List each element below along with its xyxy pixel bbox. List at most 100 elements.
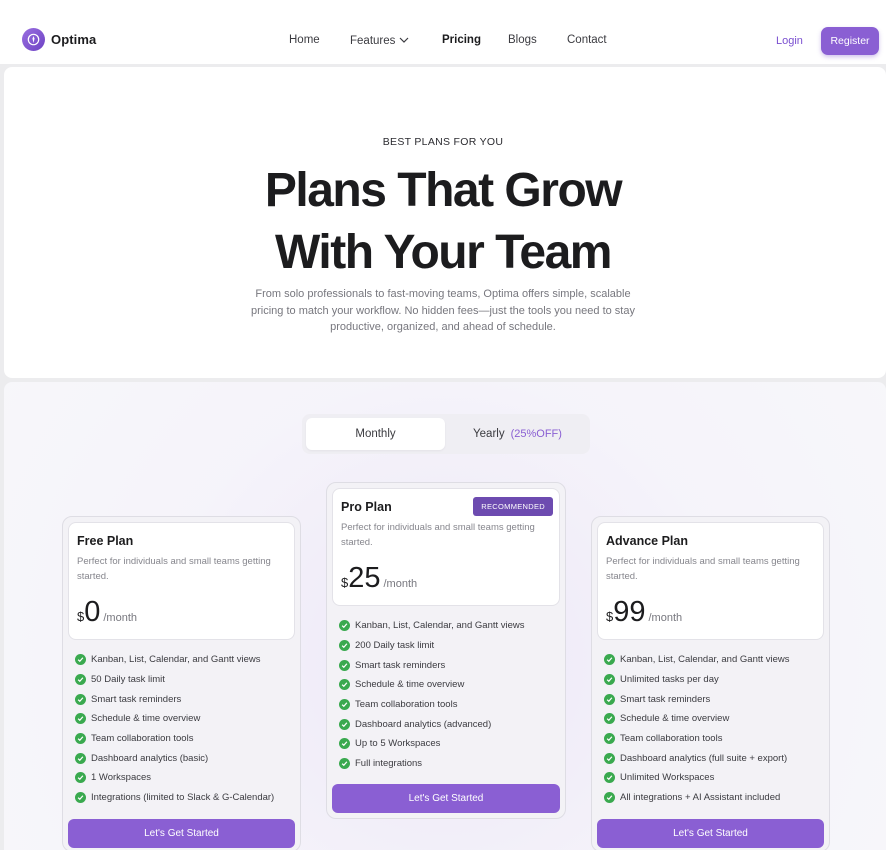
check-icon xyxy=(604,693,615,705)
feature-item: Dashboard analytics (full suite + export… xyxy=(604,748,790,768)
plan-price: $ 25 /month xyxy=(341,561,417,595)
price-currency: $ xyxy=(341,575,349,590)
price-period: /month xyxy=(648,612,683,624)
check-icon xyxy=(75,654,86,666)
plan-card-free: Free Plan Perfect for individuals and sm… xyxy=(62,516,301,850)
feature-item: Dashboard analytics (advanced) xyxy=(339,714,525,734)
hero-eyebrow: BEST PLANS FOR YOU xyxy=(382,136,504,148)
get-started-button-pro[interactable]: Let's Get Started xyxy=(332,784,560,813)
plan-card-advance: Advance Plan Perfect for individuals and… xyxy=(591,516,830,850)
nav-blogs[interactable]: Blogs xyxy=(508,32,537,48)
recommended-badge: RECOMMENDED xyxy=(473,497,553,516)
plan-header: Advance Plan Perfect for individuals and… xyxy=(597,522,824,640)
plan-header: Free Plan Perfect for individuals and sm… xyxy=(68,522,295,640)
feature-item: Team collaboration tools xyxy=(604,729,790,749)
price-period: /month xyxy=(383,578,418,590)
feature-label: Smart task reminders xyxy=(620,693,711,705)
feature-item: 200 Daily task limit xyxy=(339,636,525,656)
get-started-button-free[interactable]: Let's Get Started xyxy=(68,819,295,848)
feature-label: 1 Workspaces xyxy=(91,772,152,784)
plan-price: $ 0 /month xyxy=(77,595,137,629)
feature-label: Team collaboration tools xyxy=(91,733,194,745)
feature-list: Kanban, List, Calendar, and Gantt views … xyxy=(604,650,790,808)
feature-item: Team collaboration tools xyxy=(75,729,274,749)
price-amount: 25 xyxy=(348,562,381,594)
check-icon xyxy=(339,699,350,711)
feature-label: Integrations (limited to Slack & G-Calen… xyxy=(91,792,275,804)
feature-label: Team collaboration tools xyxy=(355,699,458,711)
feature-label: All integrations + AI Assistant included xyxy=(620,792,781,804)
feature-item: All integrations + AI Assistant included xyxy=(604,788,790,808)
feature-label: Unlimited tasks per day xyxy=(620,674,719,686)
check-icon xyxy=(604,792,615,804)
nav-features-label: Features xyxy=(350,35,396,47)
feature-label: Kanban, List, Calendar, and Gantt views xyxy=(620,654,790,666)
feature-item: 1 Workspaces xyxy=(75,768,274,788)
plan-header: Pro Plan RECOMMENDED Perfect for individ… xyxy=(332,488,560,606)
price-amount: 0 xyxy=(84,596,101,628)
login-link[interactable]: Login xyxy=(776,34,803,48)
main-menu: Home Features Pricing Blogs Contact xyxy=(0,32,886,48)
check-icon xyxy=(339,679,350,691)
check-icon xyxy=(339,659,350,671)
register-button[interactable]: Register xyxy=(821,27,879,55)
feature-label: Schedule & time overview xyxy=(91,713,201,725)
feature-label: Team collaboration tools xyxy=(620,733,723,745)
nav-contact[interactable]: Contact xyxy=(567,32,607,48)
feature-list: Kanban, List, Calendar, and Gantt views … xyxy=(75,650,274,808)
feature-label: Dashboard analytics (basic) xyxy=(91,752,209,764)
nav-pricing[interactable]: Pricing xyxy=(442,32,481,48)
plan-name: Free Plan xyxy=(77,534,134,548)
hero-title: Plans That Grow With Your Team xyxy=(0,160,886,284)
feature-label: Smart task reminders xyxy=(355,659,446,671)
check-icon xyxy=(75,792,86,804)
check-icon xyxy=(604,654,615,666)
feature-item: Dashboard analytics (basic) xyxy=(75,748,274,768)
plan-description: Perfect for individuals and small teams … xyxy=(341,522,535,548)
nav-home[interactable]: Home xyxy=(289,32,320,48)
feature-label: Schedule & time overview xyxy=(620,713,730,725)
check-icon xyxy=(75,752,86,764)
plan-description: Perfect for individuals and small teams … xyxy=(77,556,271,582)
feature-label: Schedule & time overview xyxy=(355,679,465,691)
feature-item: Smart task reminders xyxy=(339,655,525,675)
feature-label: 50 Daily task limit xyxy=(91,674,165,686)
feature-item: Schedule & time overview xyxy=(604,709,790,729)
price-period: /month xyxy=(103,612,138,624)
feature-list: Kanban, List, Calendar, and Gantt views … xyxy=(339,616,525,774)
plan-description: Perfect for individuals and small teams … xyxy=(606,556,800,582)
feature-label: Full integrations xyxy=(355,758,423,770)
check-icon xyxy=(604,733,615,745)
feature-label: Unlimited Workspaces xyxy=(620,772,715,784)
price-currency: $ xyxy=(606,609,614,624)
check-icon xyxy=(339,758,350,770)
plan-card-pro: Pro Plan RECOMMENDED Perfect for individ… xyxy=(326,482,566,819)
feature-item: Schedule & time overview xyxy=(339,675,525,695)
feature-label: 200 Daily task limit xyxy=(355,640,435,652)
billing-monthly-tab[interactable]: Monthly xyxy=(306,418,445,450)
feature-item: 50 Daily task limit xyxy=(75,670,274,690)
feature-item: Smart task reminders xyxy=(604,689,790,709)
chevron-down-icon xyxy=(399,32,409,48)
check-icon xyxy=(75,713,86,725)
yearly-discount-label: (25%OFF) xyxy=(510,428,562,440)
feature-item: Full integrations xyxy=(339,754,525,774)
get-started-button-advance[interactable]: Let's Get Started xyxy=(597,819,824,848)
feature-label: Dashboard analytics (advanced) xyxy=(355,718,492,730)
billing-yearly-tab[interactable]: Yearly (25%OFF) xyxy=(449,418,586,450)
feature-label: Up to 5 Workspaces xyxy=(355,738,441,750)
check-icon xyxy=(75,772,86,784)
price-currency: $ xyxy=(77,609,85,624)
plan-price: $ 99 /month xyxy=(606,595,682,629)
feature-label: Dashboard analytics (full suite + export… xyxy=(620,752,788,764)
check-icon xyxy=(604,752,615,764)
feature-item: Smart task reminders xyxy=(75,689,274,709)
plan-name: Pro Plan xyxy=(341,500,392,514)
check-icon xyxy=(339,640,350,652)
price-amount: 99 xyxy=(613,596,646,628)
plan-name: Advance Plan xyxy=(606,534,688,548)
hero-title-line-1: Plans That Grow xyxy=(264,164,623,217)
feature-item: Team collaboration tools xyxy=(339,695,525,715)
nav-features[interactable]: Features xyxy=(350,32,409,49)
feature-label: Smart task reminders xyxy=(91,693,182,705)
